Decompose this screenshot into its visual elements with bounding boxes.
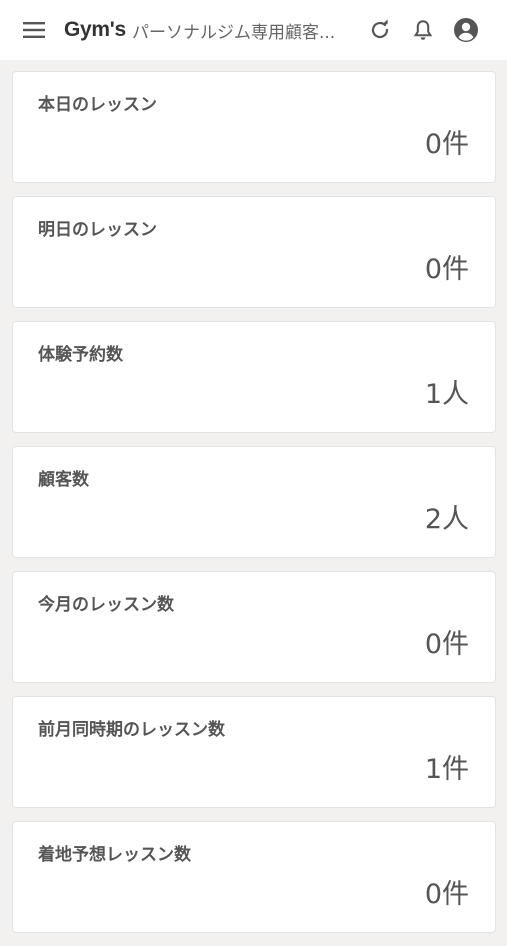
- card-value: 1件: [424, 754, 469, 785]
- app-brand: Gym's: [64, 18, 126, 41]
- app-bar: Gym's パーソナルジム専用顧客...: [0, 0, 507, 60]
- card-value: 0件: [424, 129, 469, 160]
- card-value: 0件: [424, 254, 469, 285]
- card-month-lessons[interactable]: 今月のレッスン数 0件: [12, 571, 496, 683]
- card-label: 着地予想レッスン数: [38, 845, 191, 865]
- card-label: 明日のレッスン: [38, 220, 157, 240]
- card-customer-count[interactable]: 顧客数 2人: [12, 446, 496, 558]
- account-icon[interactable]: [452, 16, 480, 44]
- menu-icon[interactable]: [22, 18, 46, 42]
- card-trial-reservations[interactable]: 体験予約数 1人: [12, 321, 496, 433]
- dashboard-cards: 本日のレッスン 0件 明日のレッスン 0件 体験予約数 1人 顧客数 2人 今月…: [12, 71, 496, 946]
- card-value: 0件: [424, 879, 469, 910]
- card-projected-lessons[interactable]: 着地予想レッスン数 0件: [12, 821, 496, 933]
- card-label: 前月同時期のレッスン数: [38, 720, 225, 740]
- card-today-lessons[interactable]: 本日のレッスン 0件: [12, 71, 496, 183]
- card-label: 今月のレッスン数: [38, 595, 174, 615]
- card-last-month-same-period[interactable]: 前月同時期のレッスン数 1件: [12, 696, 496, 808]
- card-value: 0件: [424, 629, 469, 660]
- toolbar-actions: [366, 16, 480, 44]
- card-label: 顧客数: [38, 470, 89, 490]
- bell-icon[interactable]: [409, 16, 437, 44]
- card-tomorrow-lessons[interactable]: 明日のレッスン 0件: [12, 196, 496, 308]
- refresh-icon[interactable]: [366, 16, 394, 44]
- card-label: 体験予約数: [38, 345, 123, 365]
- card-value: 2人: [424, 504, 469, 535]
- card-label: 本日のレッスン: [38, 95, 157, 115]
- card-value: 1人: [424, 379, 469, 410]
- app-subtitle: パーソナルジム専用顧客...: [132, 22, 336, 43]
